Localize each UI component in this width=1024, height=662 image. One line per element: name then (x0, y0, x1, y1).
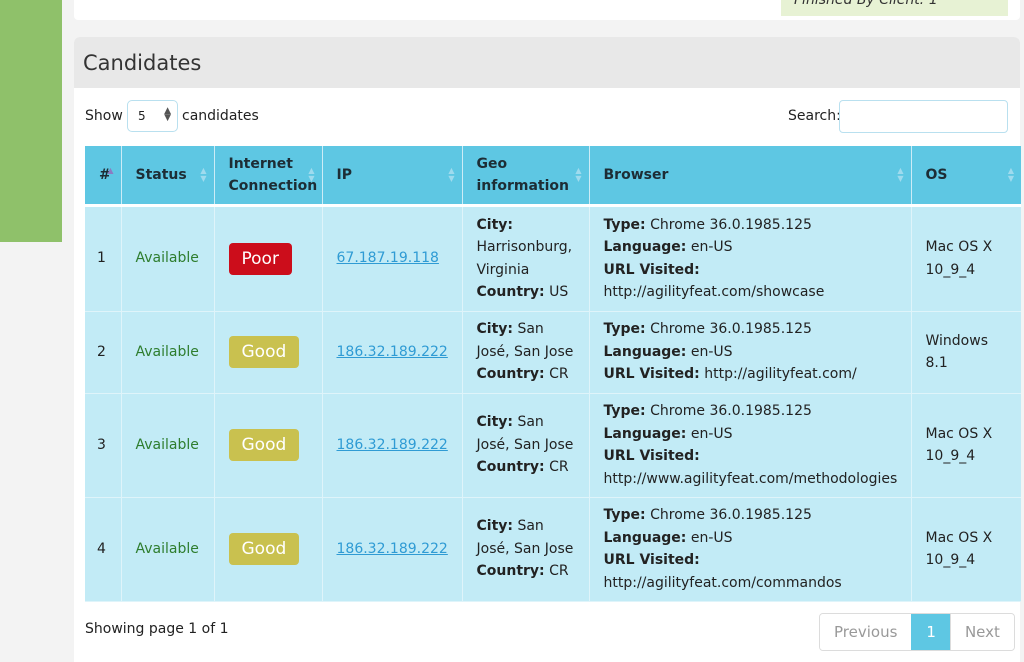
table-row: 1 Available Poor 67.187.19.118 City: Har… (85, 205, 1021, 312)
column-header-connection[interactable]: Internet Connection ▲ ▼ (213, 146, 322, 207)
sort-icon: ▲ ▼ (448, 166, 455, 183)
sort-asc-icon: ▲ (107, 166, 114, 175)
show-label: Show (85, 108, 123, 124)
browser-cell: Type: Chrome 36.0.1985.125 Language: en-U… (588, 205, 911, 312)
geo-cell: City: San José, San Jose Country: CR (461, 497, 589, 602)
status-text: Available (120, 393, 214, 498)
os-cell: Mac OS X 10_9_4 (910, 497, 1021, 602)
row-number: 3 (85, 393, 121, 498)
page-length-value: 5 (138, 109, 146, 123)
ip-link[interactable]: 186.32.189.222 (337, 541, 448, 557)
table-controls: Show 5 ▲ ▼ candidates Search: (85, 100, 1008, 134)
row-number: 2 (85, 311, 121, 394)
browser-cell: Type: Chrome 36.0.1985.125 Language: en-U… (588, 497, 911, 602)
geo-cell: City: San José, San Jose Country: CR (461, 311, 589, 394)
os-cell: Mac OS X 10_9_4 (910, 205, 1021, 312)
sort-icon: ▲ ▼ (1007, 166, 1014, 183)
page-length-select[interactable]: 5 ▲ ▼ (127, 100, 178, 132)
column-header-ip[interactable]: IP ▲ ▼ (321, 146, 462, 207)
sort-icon: ▲ ▼ (575, 166, 582, 183)
next-button[interactable]: Next (949, 614, 1014, 650)
candidates-table: # ▲ Status ▲ ▼ Internet Connection ▲ ▼ IP ▲ ▼ G… (85, 146, 1021, 602)
column-header-geo[interactable]: Geo information ▲ ▼ (461, 146, 589, 207)
table-header-row: # ▲ Status ▲ ▼ Internet Connection ▲ ▼ IP ▲ ▼ G… (85, 146, 1021, 207)
row-number: 4 (85, 497, 121, 602)
finished-status-box: Finished By Client: 1 (781, 0, 1008, 16)
status-text: Available (120, 497, 214, 602)
os-cell: Mac OS X 10_9_4 (910, 393, 1021, 498)
table-row: 2 Available Good 186.32.189.222 City: Sa… (85, 311, 1021, 394)
status-text: Available (120, 205, 214, 312)
panel-header: Candidates (74, 37, 1020, 88)
status-text: Available (120, 311, 214, 394)
sort-icon: ▲ ▼ (897, 166, 904, 183)
pagination: Previous 1 Next (819, 613, 1015, 651)
connection-badge: Good (228, 533, 300, 565)
table-row: 3 Available Good 186.32.189.222 City: Sa… (85, 393, 1021, 498)
connection-badge: Good (228, 429, 300, 461)
browser-cell: Type: Chrome 36.0.1985.125 Language: en-U… (588, 393, 911, 498)
previous-button[interactable]: Previous (820, 614, 912, 650)
browser-cell: Type: Chrome 36.0.1985.125 Language: en-U… (588, 311, 911, 394)
ip-link[interactable]: 186.32.189.222 (337, 437, 448, 453)
sort-icon: ▲ ▼ (308, 166, 315, 183)
search-input[interactable] (839, 100, 1008, 133)
finished-status-text: Finished By Client: 1 (794, 0, 938, 8)
panel-title: Candidates (83, 50, 202, 75)
row-number: 1 (85, 205, 121, 312)
search-label: Search: (788, 108, 841, 124)
select-arrows-icon: ▲ ▼ (164, 106, 171, 123)
pagination-info: Showing page 1 of 1 (85, 621, 229, 637)
column-header-browser[interactable]: Browser ▲ ▼ (588, 146, 911, 207)
sort-icon: ▲ ▼ (200, 166, 207, 183)
ip-link[interactable]: 186.32.189.222 (337, 344, 448, 360)
connection-badge: Poor (228, 242, 292, 275)
column-header-status[interactable]: Status ▲ ▼ (120, 146, 214, 207)
page-1-button[interactable]: 1 (911, 614, 950, 650)
geo-cell: City: San José, San Jose Country: CR (461, 393, 589, 498)
candidates-panel: Candidates Show 5 ▲ ▼ candidates Search: … (74, 37, 1021, 662)
column-header-os[interactable]: OS ▲ ▼ (910, 146, 1021, 207)
connection-badge: Good (228, 336, 300, 368)
sidebar-accent (0, 0, 62, 242)
column-header-number[interactable]: # ▲ (85, 146, 121, 207)
os-cell: Windows 8.1 (910, 311, 1021, 394)
table-row: 4 Available Good 186.32.189.222 City: Sa… (85, 497, 1021, 602)
geo-cell: City: Harrisonburg, Virginia Country: US (461, 205, 589, 312)
candidates-label: candidates (182, 108, 259, 124)
ip-link[interactable]: 67.187.19.118 (337, 250, 439, 266)
